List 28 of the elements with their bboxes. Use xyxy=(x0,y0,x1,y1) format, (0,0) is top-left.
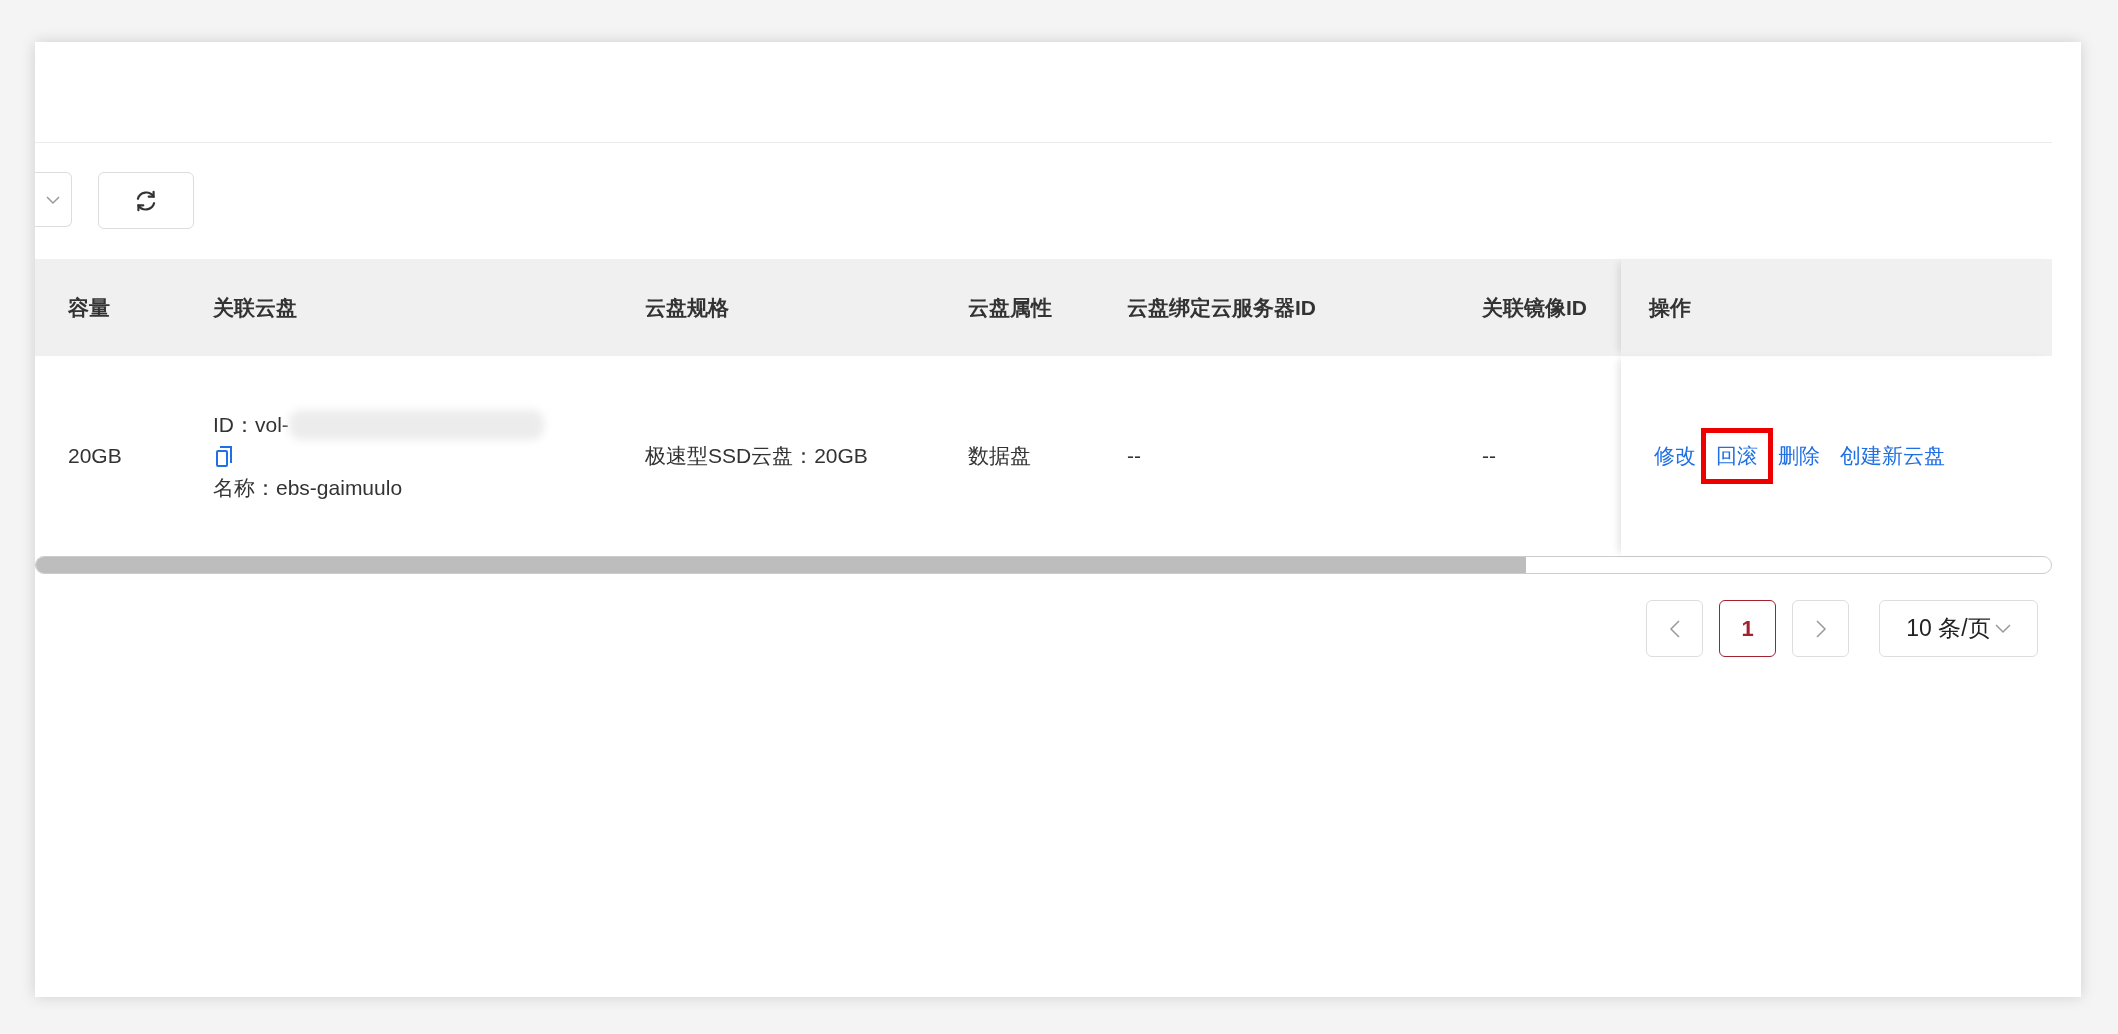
column-header: 云盘属性 xyxy=(968,294,1052,321)
chevron-down-icon xyxy=(46,194,60,205)
column-header: 容量 xyxy=(68,294,110,321)
action-link[interactable]: 回滚 xyxy=(1701,428,1773,484)
chevron-down-icon xyxy=(1994,623,2011,634)
previous-page-button[interactable] xyxy=(1646,600,1703,657)
disk-id-text: ID：vol- xyxy=(213,412,289,438)
page-size-text: 10 条/页 xyxy=(1906,614,1991,643)
copy-icon[interactable] xyxy=(215,446,233,468)
table-cell-text: 数据盘 xyxy=(968,443,1031,469)
next-page-button[interactable] xyxy=(1792,600,1849,657)
dropdown-select[interactable] xyxy=(35,172,72,227)
refresh-button[interactable] xyxy=(98,172,194,229)
chevron-left-icon xyxy=(1668,618,1681,639)
table-cell: -- xyxy=(1127,444,1141,468)
disk-name-text: 名称：ebs-gaimuulo xyxy=(213,475,403,501)
page-button[interactable]: 1 xyxy=(1719,600,1776,657)
column-header: 操作 xyxy=(1649,294,1691,321)
column-header: 关联云盘 xyxy=(213,294,297,321)
table-cell-text: 极速型SSD云盘：20GB xyxy=(645,443,868,469)
table-cell: -- xyxy=(1482,444,1496,468)
table-cell: 20GB xyxy=(68,444,122,468)
chevron-right-icon xyxy=(1814,618,1827,639)
column-header: 云盘规格 xyxy=(645,294,729,321)
page-size-select[interactable]: 10 条/页 xyxy=(1879,600,2038,657)
column-header: 关联镜像ID xyxy=(1482,294,1587,321)
column-header: 云盘绑定云服务器ID xyxy=(1127,294,1316,321)
scrollbar-thumb[interactable] xyxy=(36,557,1526,573)
